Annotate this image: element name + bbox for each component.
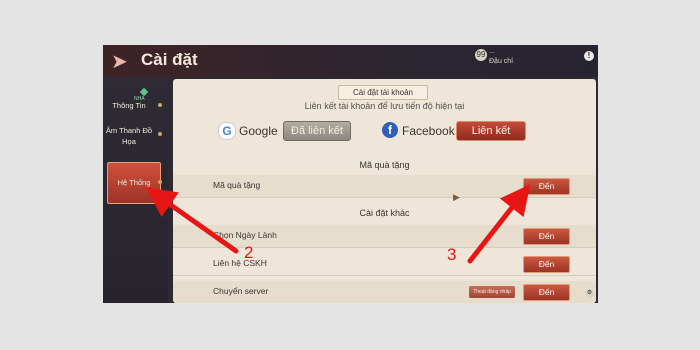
game-settings-screen: ➤ Cài đặt 99 ... Đậu chí ! NHA Thông Tin… <box>103 45 598 303</box>
other-settings-row: Chuyển server Thoát đăng nhập Đến <box>173 281 596 303</box>
go-button[interactable]: Đến <box>523 256 570 273</box>
user-name: Đậu chí <box>489 58 514 65</box>
sidebar-item-audio-graphics[interactable]: Âm Thanh Đồ Họa <box>103 125 155 147</box>
gift-code-row: Mã quà tặng Đến <box>173 175 596 198</box>
row-label: Chọn Ngày Lành <box>213 230 277 240</box>
page-title: Cài đặt <box>141 50 198 69</box>
title-bar: ➤ Cài đặt 99 ... Đậu chí ! <box>103 45 598 77</box>
google-icon: G <box>218 122 236 140</box>
other-section-title: Cài đặt khác <box>359 208 410 218</box>
info-icon[interactable]: ! <box>584 51 594 61</box>
facebook-icon: f <box>382 122 398 138</box>
back-arrow-icon[interactable]: ➤ <box>111 51 137 73</box>
gift-code-go-button[interactable]: Đến <box>523 178 570 195</box>
go-button[interactable]: Đến <box>523 228 570 245</box>
logout-button[interactable]: Thoát đăng nhập <box>469 286 515 298</box>
gift-code-label: Mã quà tặng <box>213 180 261 190</box>
sidebar-dot <box>158 132 162 136</box>
sidebar-item-system[interactable]: Hệ Thống <box>107 162 161 204</box>
gem-icon <box>139 87 149 97</box>
user-meta: ... <box>489 48 495 55</box>
row-label: Chuyển server <box>213 286 269 296</box>
settings-panel: Cài đặt tài khoản Liên kết tài khoản để … <box>173 79 596 303</box>
facebook-label: Facebook <box>402 124 455 138</box>
account-section-title: Cài đặt tài khoản <box>338 85 428 100</box>
settings-small-icon[interactable]: ⚙ <box>585 289 594 298</box>
google-label: Google <box>239 124 278 138</box>
annotation-step-3: 3 <box>447 245 457 264</box>
google-linked-button[interactable]: Đã liên kết <box>283 121 351 141</box>
other-settings-row: Liên hệ CSKH Đến <box>173 253 596 276</box>
level-badge: 99 <box>475 49 487 61</box>
annotation-step-2: 2 <box>244 243 254 262</box>
facebook-link-button[interactable]: Liên kết <box>456 121 526 141</box>
account-description: Liên kết tài khoản để lưu tiến độ hiện t… <box>304 101 465 111</box>
row-label: Liên hệ CSKH <box>213 258 267 268</box>
other-settings-row: Chọn Ngày Lành Đến <box>173 225 596 248</box>
sidebar-item-info[interactable]: Thông Tin <box>103 100 155 111</box>
go-button[interactable]: Đến <box>523 284 570 301</box>
gift-section-title: Mã quà tặng <box>359 160 410 170</box>
sidebar-item-label: Hệ Thống <box>117 178 151 187</box>
sidebar-dot <box>158 103 162 107</box>
cursor-icon: ▶ <box>453 192 460 202</box>
sidebar-dot <box>158 180 162 184</box>
sidebar: NHA Thông Tin Âm Thanh Đồ Họa Hệ Thống <box>103 77 168 303</box>
